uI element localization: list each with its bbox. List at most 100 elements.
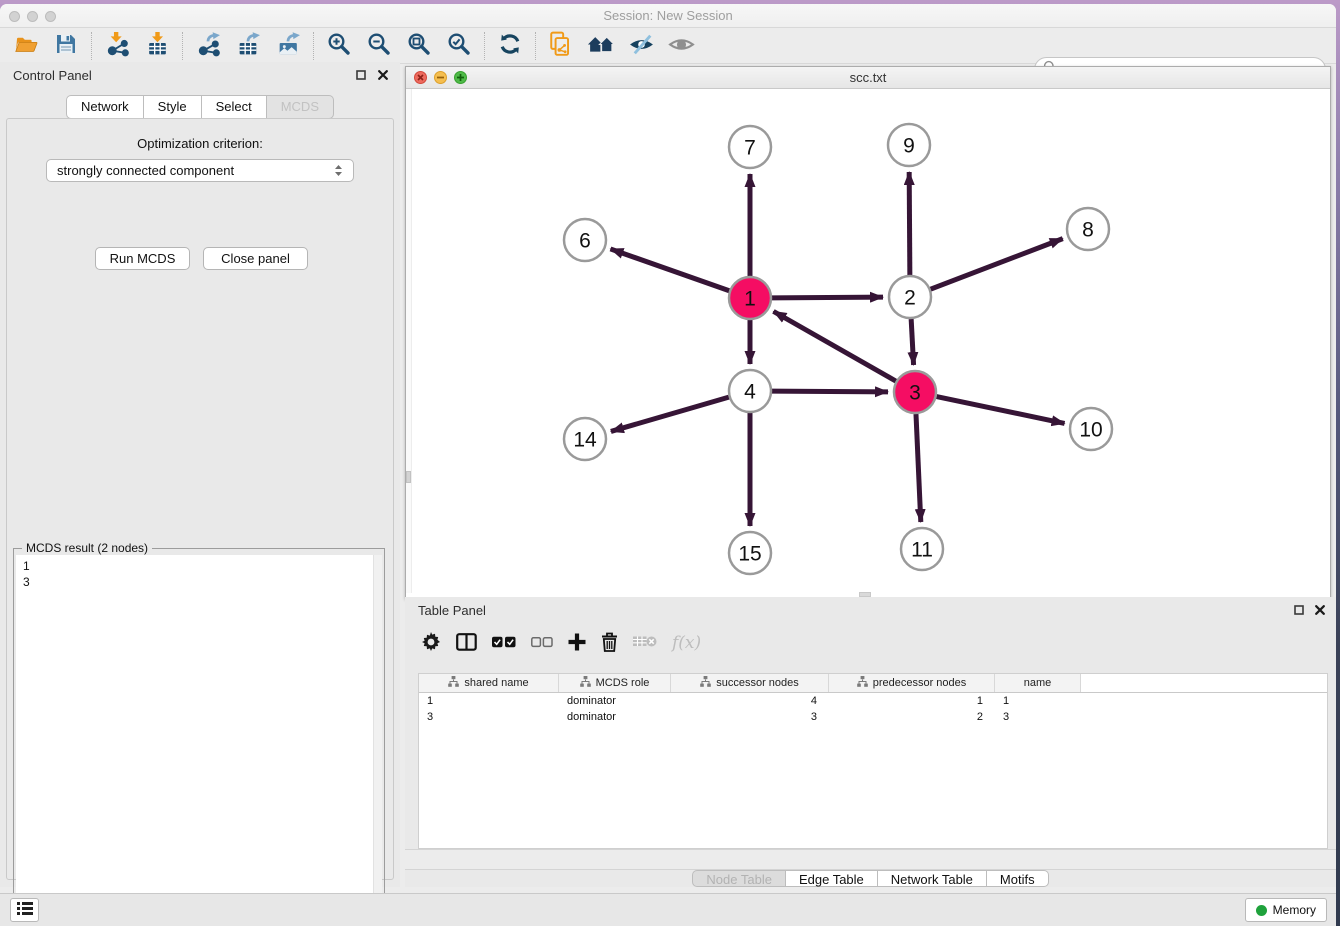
node-label: 9 <box>903 135 915 158</box>
node-1[interactable]: 1 <box>729 277 771 319</box>
clone-network-button[interactable] <box>541 30 581 62</box>
control-panel-tabs: NetworkStyleSelectMCDS <box>0 95 400 119</box>
mcds-result-group: MCDS result (2 nodes) 13 <box>13 548 385 926</box>
control-panel: Control Panel NetworkStyleSelectMCDS Opt… <box>0 62 400 887</box>
table-hscrollbar[interactable] <box>405 849 1336 870</box>
tab-select[interactable]: Select <box>202 95 267 119</box>
table-row[interactable]: 3dominator323 <box>419 709 1327 725</box>
optimization-select[interactable]: strongly connected component <box>46 159 354 182</box>
edge-2-3[interactable] <box>911 319 913 365</box>
node-11[interactable]: 11 <box>901 528 943 570</box>
zoom-out-button[interactable] <box>359 30 399 62</box>
table-row[interactable]: 1dominator411 <box>419 693 1327 709</box>
toolbar-separator <box>313 32 314 60</box>
zoom-selected-button[interactable] <box>439 30 479 62</box>
node-8[interactable]: 8 <box>1067 208 1109 250</box>
import-network-button[interactable] <box>97 30 137 62</box>
table-cell: dominator <box>559 693 671 709</box>
column-header-shared-name[interactable]: shared name <box>419 674 559 692</box>
eye-icon <box>668 34 695 58</box>
import-table-icon <box>145 32 170 60</box>
edge-3-1[interactable] <box>773 311 895 381</box>
column-header-mcds-role[interactable]: MCDS role <box>559 674 671 692</box>
apply-layout-button[interactable] <box>490 30 530 62</box>
edge-2-9[interactable] <box>909 172 910 275</box>
save-session-button[interactable] <box>46 30 86 62</box>
tab-network-table[interactable]: Network Table <box>878 870 987 887</box>
checked-boxes-icon <box>492 636 516 651</box>
main-titlebar: Session: New Session <box>0 4 1336 28</box>
column-header-predecessor-nodes[interactable]: predecessor nodes <box>829 674 995 692</box>
table-settings-button[interactable] <box>421 628 441 658</box>
edge-3-10[interactable] <box>937 397 1065 424</box>
node-15[interactable]: 15 <box>729 532 771 574</box>
panel-divider-vertical[interactable] <box>406 89 412 593</box>
select-all-rows-button[interactable] <box>492 628 516 658</box>
delete-column-button[interactable] <box>601 628 618 658</box>
edge-2-8[interactable] <box>931 239 1063 290</box>
deselect-all-rows-button[interactable] <box>531 628 553 658</box>
open-folder-icon <box>13 32 39 59</box>
edge-4-3[interactable] <box>772 391 888 392</box>
eye-slash-icon <box>628 34 655 58</box>
close-panel-button[interactable]: Close panel <box>203 247 308 270</box>
node-14[interactable]: 14 <box>564 418 606 460</box>
close-panel-icon[interactable] <box>376 68 390 82</box>
main-toolbar <box>0 28 1336 64</box>
tab-node-table[interactable]: Node Table <box>692 870 786 887</box>
mcds-result-textarea[interactable]: 13 <box>16 555 382 926</box>
table-cell: 3 <box>419 709 559 725</box>
tab-motifs[interactable]: Motifs <box>987 870 1049 887</box>
tab-mcds[interactable]: MCDS <box>267 95 334 119</box>
export-network-button[interactable] <box>188 30 228 62</box>
hide-selected-button[interactable] <box>621 30 661 62</box>
node-label: 15 <box>738 543 761 566</box>
run-mcds-button[interactable]: Run MCDS <box>95 247 190 270</box>
close-table-panel-icon[interactable] <box>1313 603 1327 617</box>
column-grouping-icon <box>700 676 711 690</box>
table-panel-tabs: Node TableEdge TableNetwork TableMotifs <box>405 870 1336 887</box>
app-window: Session: New Session <box>0 4 1336 926</box>
node-6[interactable]: 6 <box>564 219 606 261</box>
delete-table-button[interactable] <box>633 628 657 658</box>
create-column-button[interactable] <box>568 628 586 658</box>
zoom-in-button[interactable] <box>319 30 359 62</box>
result-scrollbar[interactable] <box>373 555 382 926</box>
edge-4-14[interactable] <box>611 397 729 431</box>
show-all-button[interactable] <box>661 30 701 62</box>
node-10[interactable]: 10 <box>1070 408 1112 450</box>
tab-edge-table[interactable]: Edge Table <box>786 870 878 887</box>
tab-network[interactable]: Network <box>66 95 144 119</box>
import-table-button[interactable] <box>137 30 177 62</box>
show-column-panel-button[interactable] <box>456 628 477 658</box>
first-neighbors-button[interactable] <box>581 30 621 62</box>
control-panel-header: Control Panel <box>0 62 400 88</box>
optimization-select-value: strongly connected component <box>57 163 234 178</box>
zoom-fit-button[interactable] <box>399 30 439 62</box>
node-7[interactable]: 7 <box>729 126 771 168</box>
node-3[interactable]: 3 <box>894 371 936 413</box>
column-header-name[interactable]: name <box>995 674 1081 692</box>
task-history-button[interactable] <box>10 898 39 922</box>
memory-button[interactable]: Memory <box>1245 898 1327 922</box>
column-header-label: name <box>1024 677 1052 689</box>
table-cell: 1 <box>419 693 559 709</box>
edge-3-11[interactable] <box>916 414 921 522</box>
edge-1-2[interactable] <box>772 297 883 298</box>
optimization-criterion-label: Optimization criterion: <box>7 136 393 151</box>
float-panel-icon[interactable] <box>354 68 368 82</box>
edge-1-6[interactable] <box>610 249 729 291</box>
node-4[interactable]: 4 <box>729 370 771 412</box>
node-label: 11 <box>911 539 933 562</box>
function-builder-button[interactable]: f(x) <box>672 628 701 658</box>
node-2[interactable]: 2 <box>889 276 931 318</box>
tab-style[interactable]: Style <box>144 95 202 119</box>
float-table-panel-icon[interactable] <box>1292 603 1306 617</box>
node-9[interactable]: 9 <box>888 124 930 166</box>
column-header-successor-nodes[interactable]: successor nodes <box>671 674 829 692</box>
open-session-button[interactable] <box>6 30 46 62</box>
network-canvas[interactable]: 7 9 6 8 1 2 4 3 14 10 15 11 <box>406 89 1330 593</box>
export-image-button[interactable] <box>268 30 308 62</box>
select-stepper-icon <box>334 164 343 177</box>
export-table-button[interactable] <box>228 30 268 62</box>
